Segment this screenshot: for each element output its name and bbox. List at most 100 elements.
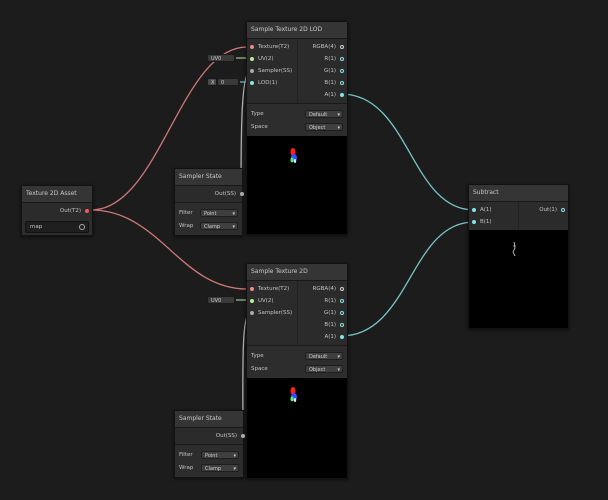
node-title[interactable]: Sample Texture 2D LOD bbox=[247, 22, 347, 39]
port-dot-icon[interactable] bbox=[340, 93, 344, 97]
port-label: UV(2) bbox=[258, 56, 274, 62]
node-title[interactable]: Sampler State bbox=[175, 169, 242, 186]
port-dot-icon[interactable] bbox=[340, 299, 344, 303]
port-dot-icon[interactable] bbox=[340, 69, 344, 73]
port-lod-input[interactable]: LOD(1) bbox=[247, 77, 297, 89]
port-dot-icon[interactable] bbox=[250, 69, 254, 73]
type-dropdown[interactable]: Default bbox=[305, 109, 343, 119]
port-label: G(1) bbox=[323, 310, 336, 316]
sampler-state-node[interactable]: Sampler State Out(SS) Filter Point Wrap Cl… bbox=[174, 168, 244, 236]
port-dot-icon[interactable] bbox=[561, 208, 565, 212]
port-texture-input[interactable]: Texture(T2) bbox=[247, 41, 297, 53]
port-label: RGBA(4) bbox=[312, 44, 336, 50]
port-rgba-output[interactable]: RGBA(4) bbox=[298, 283, 348, 295]
port-label: A(1) bbox=[480, 207, 492, 213]
port-label: R(1) bbox=[324, 56, 336, 62]
port-uv-input[interactable]: UV(2) bbox=[247, 295, 297, 307]
port-dot-icon[interactable] bbox=[340, 311, 344, 315]
port-b-output[interactable]: B(1) bbox=[298, 77, 348, 89]
uv-channel-select[interactable]: UV0 bbox=[207, 296, 235, 304]
port-b-input[interactable]: B(1) bbox=[469, 216, 518, 228]
texture-field-value: map bbox=[30, 224, 43, 230]
port-sampler-input[interactable]: Sampler(SS) bbox=[247, 65, 297, 77]
wire-lod-alpha-to-subtract-a[interactable] bbox=[340, 93, 475, 211]
texture-object-field[interactable]: map bbox=[25, 221, 89, 233]
preview-blob-icon bbox=[512, 241, 516, 257]
node-title[interactable]: Sampler State bbox=[175, 411, 243, 428]
port-dot-icon[interactable] bbox=[250, 311, 254, 315]
space-dropdown[interactable]: Object bbox=[305, 364, 343, 374]
node-title[interactable]: Texture 2D Asset bbox=[22, 186, 92, 203]
port-r-output[interactable]: R(1) bbox=[298, 295, 348, 307]
sample-texture-2d-lod-node[interactable]: Sample Texture 2D LOD Texture(T2) UV(2) … bbox=[246, 21, 348, 235]
port-dot-icon[interactable] bbox=[250, 57, 254, 61]
port-dot-icon[interactable] bbox=[340, 287, 344, 291]
wrap-dropdown[interactable]: Clamp bbox=[201, 463, 239, 473]
port-uv-input[interactable]: UV(2) bbox=[247, 53, 297, 65]
port-label: B(1) bbox=[480, 219, 492, 225]
wrap-dropdown[interactable]: Clamp bbox=[200, 221, 238, 231]
port-label: Out(1) bbox=[539, 207, 557, 213]
port-out-output[interactable]: Out(1) bbox=[519, 204, 568, 216]
port-texture-input[interactable]: Texture(T2) bbox=[247, 283, 297, 295]
port-dot-icon[interactable] bbox=[340, 323, 344, 327]
port-dot-icon[interactable] bbox=[472, 208, 476, 212]
sampler-state-node[interactable]: Sampler State Out(SS) Filter Point Wrap Cl… bbox=[174, 410, 245, 478]
port-dot-icon[interactable] bbox=[85, 209, 89, 213]
node-settings: Filter Point Wrap Clamp bbox=[175, 444, 243, 477]
port-dot-icon[interactable] bbox=[340, 57, 344, 61]
subtract-node[interactable]: Subtract A(1) B(1) Out(1) bbox=[468, 184, 569, 329]
port-label: Texture(T2) bbox=[258, 286, 290, 292]
texture-preview bbox=[247, 378, 347, 478]
filter-dropdown[interactable]: Point bbox=[200, 208, 238, 218]
port-dot-icon[interactable] bbox=[250, 287, 254, 291]
texture-preview bbox=[247, 136, 347, 234]
type-dropdown[interactable]: Default bbox=[305, 351, 343, 361]
port-dot-icon[interactable] bbox=[240, 192, 244, 196]
port-dot-icon[interactable] bbox=[241, 434, 245, 438]
object-picker-icon[interactable] bbox=[79, 224, 85, 230]
port-dot-icon[interactable] bbox=[250, 45, 254, 49]
port-r-output[interactable]: R(1) bbox=[298, 53, 348, 65]
port-label: LOD(1) bbox=[258, 80, 278, 86]
uv-channel-select[interactable]: UV0 bbox=[207, 54, 235, 62]
port-dot-icon[interactable] bbox=[472, 220, 476, 224]
port-g-output[interactable]: G(1) bbox=[298, 65, 348, 77]
port-label: RGBA(4) bbox=[312, 286, 336, 292]
port-a-input[interactable]: A(1) bbox=[469, 204, 518, 216]
port-rgba-output[interactable]: RGBA(4) bbox=[298, 41, 348, 53]
wire-sample-alpha-to-subtract-b[interactable] bbox=[340, 221, 475, 337]
port-label: A(1) bbox=[324, 334, 336, 340]
node-title[interactable]: Subtract bbox=[469, 185, 568, 202]
port-g-output[interactable]: G(1) bbox=[298, 307, 348, 319]
sample-texture-2d-node[interactable]: Sample Texture 2D Texture(T2) UV(2) Samp… bbox=[246, 263, 348, 479]
port-label: Sampler(SS) bbox=[258, 68, 293, 74]
port-a-output[interactable]: A(1) bbox=[298, 331, 348, 343]
node-title[interactable]: Sample Texture 2D bbox=[247, 264, 347, 281]
port-label: Sampler(SS) bbox=[258, 310, 293, 316]
port-dot-icon[interactable] bbox=[340, 45, 344, 49]
type-label: Type bbox=[251, 352, 264, 359]
port-dot-icon[interactable] bbox=[340, 335, 344, 339]
port-dot-icon[interactable] bbox=[250, 81, 254, 85]
port-a-output[interactable]: A(1) bbox=[298, 89, 348, 101]
lod-axis-label: X bbox=[207, 78, 217, 86]
port-sampler-output[interactable]: Out(SS) bbox=[175, 188, 244, 200]
port-label: B(1) bbox=[324, 322, 336, 328]
result-preview bbox=[469, 230, 568, 328]
node-settings: Type Default Space Object bbox=[247, 345, 347, 378]
filter-dropdown[interactable]: Point bbox=[201, 450, 239, 460]
space-label: Space bbox=[251, 365, 268, 372]
port-texture-output[interactable]: Out(T2) bbox=[22, 205, 92, 217]
preview-blob-icon bbox=[290, 148, 297, 163]
port-sampler-output[interactable]: Out(SS) bbox=[175, 430, 245, 442]
port-b-output[interactable]: B(1) bbox=[298, 319, 348, 331]
lod-value-field[interactable]: 0 bbox=[217, 78, 239, 86]
port-dot-icon[interactable] bbox=[250, 299, 254, 303]
port-label: B(1) bbox=[324, 80, 336, 86]
port-dot-icon[interactable] bbox=[340, 81, 344, 85]
port-sampler-input[interactable]: Sampler(SS) bbox=[247, 307, 297, 319]
space-dropdown[interactable]: Object bbox=[305, 122, 343, 132]
texture-2d-asset-node[interactable]: Texture 2D Asset Out(T2) map bbox=[21, 185, 93, 236]
type-label: Type bbox=[251, 110, 264, 117]
